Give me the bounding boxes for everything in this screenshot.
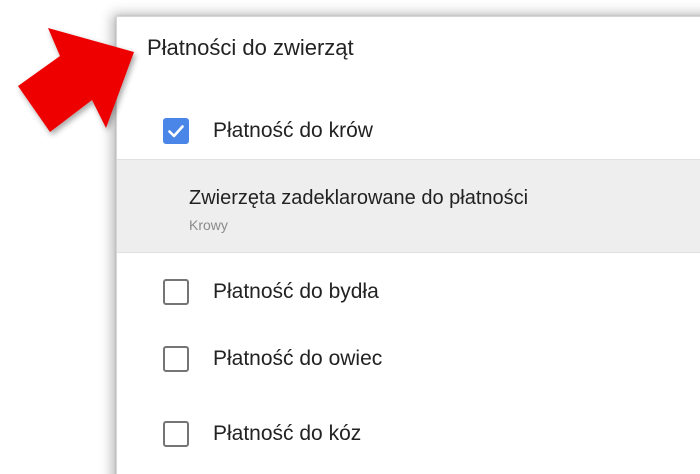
option-sheep[interactable]: Płatność do owiec	[163, 342, 382, 376]
checkbox-sheep[interactable]	[163, 346, 189, 372]
checkbox-goats[interactable]	[163, 421, 189, 447]
red-arrow-icon	[18, 28, 134, 132]
checkbox-cattle[interactable]	[163, 279, 189, 305]
declared-animals-title: Zwierzęta zadeklarowane do płatności	[189, 187, 529, 209]
option-cows[interactable]: Płatność do krów	[163, 114, 373, 148]
checkmark-icon	[168, 125, 184, 138]
option-label: Płatność do bydła	[213, 280, 379, 303]
declared-animals-box: Zwierzęta zadeklarowane do płatności Kro…	[117, 159, 700, 253]
option-cattle[interactable]: Płatność do bydła	[163, 275, 379, 309]
option-label: Płatność do krów	[213, 119, 373, 142]
declared-animals-value: Krowy	[189, 217, 228, 233]
checkbox-cows[interactable]	[163, 118, 189, 144]
screenshot-stage: Płatności do zwierząt Płatność do krów Z…	[0, 0, 700, 474]
panel-title: Płatności do zwierząt	[147, 35, 354, 60]
option-label: Płatność do kóz	[213, 422, 362, 445]
option-label: Płatność do owiec	[213, 347, 383, 370]
animal-payments-panel: Płatności do zwierząt Płatność do krów Z…	[116, 16, 700, 474]
option-goats[interactable]: Płatność do kóz	[163, 417, 361, 451]
